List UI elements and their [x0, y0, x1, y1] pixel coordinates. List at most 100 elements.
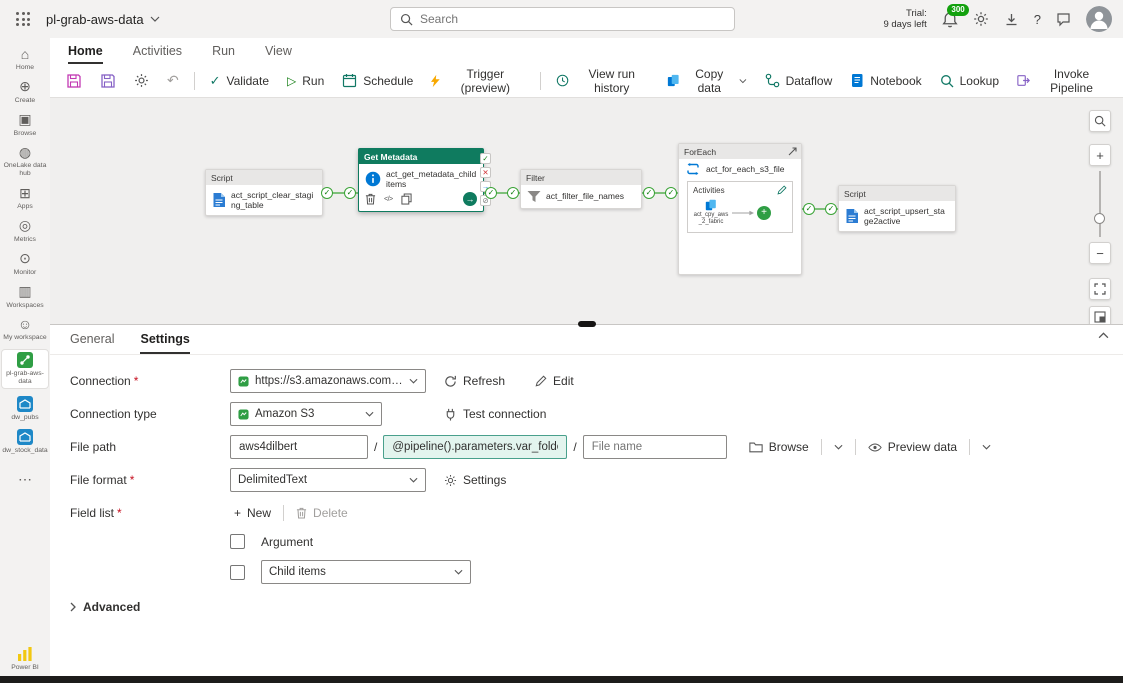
help-button[interactable]: ?: [1034, 12, 1041, 27]
format-settings-button[interactable]: Settings: [440, 468, 510, 492]
copy-data-button[interactable]: Copy data: [659, 67, 755, 95]
pipeline-title-menu[interactable]: pl-grab-aws-data: [46, 12, 160, 27]
lookup-button[interactable]: Lookup: [932, 68, 1007, 94]
more-icon: ⋯: [18, 470, 32, 487]
edit-connection-button[interactable]: Edit: [531, 369, 578, 393]
collapse-panel-button[interactable]: [1098, 332, 1109, 339]
code-icon[interactable]: </>: [384, 196, 393, 203]
feedback-icon: [1056, 12, 1071, 27]
test-connection-button[interactable]: Test connection: [440, 402, 550, 426]
tab-general[interactable]: General: [70, 332, 114, 354]
sidebar-item-my-workspace[interactable]: ☺ My workspace: [1, 316, 49, 342]
sidebar-item-more[interactable]: ⋯: [1, 471, 49, 487]
download-icon: [1004, 12, 1019, 27]
child-items-dropdown[interactable]: Child items: [261, 560, 471, 584]
advanced-section-toggle[interactable]: Advanced: [70, 600, 1123, 614]
browse-button[interactable]: Browse: [745, 435, 813, 459]
zoom-slider-knob[interactable]: [1094, 213, 1105, 224]
pipeline-settings-button[interactable]: [126, 68, 157, 94]
preview-data-button[interactable]: Preview data: [864, 435, 961, 459]
activity-node-filter[interactable]: Filter act_filter_file_names: [520, 169, 642, 209]
save-as-button[interactable]: [92, 68, 124, 94]
sidebar-item-pl-grab-aws-data[interactable]: pl-grab-aws-data: [1, 349, 49, 389]
pipeline-canvas[interactable]: ✓ ✓ ✓ ✓ ✓ ✓ ✓ ✓ Script act_script_clear_…: [50, 98, 1123, 324]
sidebar-item-onelake[interactable]: ◍ OneLake data hub: [1, 144, 49, 178]
zoom-out-button[interactable]: −: [1089, 242, 1111, 264]
validate-button[interactable]: ✓ Validate: [202, 68, 277, 94]
sidebar-item-metrics[interactable]: ◎ Metrics: [1, 218, 49, 244]
file-format-dropdown[interactable]: DelimitedText: [230, 468, 426, 492]
trigger-button[interactable]: Trigger (preview): [423, 67, 532, 95]
notebook-button[interactable]: Notebook: [842, 68, 929, 94]
view-run-history-button[interactable]: View run history: [548, 67, 657, 95]
activity-name: act_for_each_s3_file: [706, 163, 785, 174]
tab-settings[interactable]: Settings: [140, 332, 190, 354]
canvas-search-button[interactable]: [1089, 110, 1111, 132]
account-avatar[interactable]: [1086, 6, 1113, 33]
tab-activities[interactable]: Activities: [133, 44, 182, 64]
success-check-icon: ✓: [485, 187, 497, 199]
plus-icon: +: [234, 506, 242, 520]
browse-options-button[interactable]: [830, 435, 847, 459]
tab-view[interactable]: View: [265, 44, 292, 64]
undo-button[interactable]: ↶: [159, 68, 187, 94]
sidebar-item-apps[interactable]: ⊞ Apps: [1, 185, 49, 211]
zoom-in-button[interactable]: +: [1089, 144, 1111, 166]
refresh-button[interactable]: Refresh: [440, 369, 509, 393]
save-button[interactable]: [58, 68, 90, 94]
sidebar-item-browse[interactable]: ▣ Browse: [1, 112, 49, 138]
argument-column-label: Argument: [261, 534, 314, 549]
tab-run[interactable]: Run: [212, 44, 235, 64]
tab-home[interactable]: Home: [68, 44, 103, 64]
notifications-button[interactable]: 300: [942, 3, 969, 28]
bucket-input[interactable]: [230, 435, 368, 459]
delete-field-button[interactable]: Delete: [292, 501, 352, 525]
connection-dropdown[interactable]: https://s3.amazonaws.com john: [230, 369, 426, 393]
fit-to-screen-button[interactable]: [1089, 278, 1111, 300]
zoom-slider[interactable]: [1089, 171, 1111, 237]
schedule-button[interactable]: Schedule: [334, 68, 421, 94]
select-all-checkbox[interactable]: [230, 534, 245, 549]
activity-node-script-upsert[interactable]: Script act_script_upsert_stage2active: [838, 185, 956, 233]
node-type-label: Get Metadata: [359, 149, 483, 164]
connection-type-dropdown[interactable]: Amazon S3: [230, 402, 382, 426]
expand-icon[interactable]: [788, 147, 797, 156]
sidebar-item-dw-stock-data[interactable]: dw_stock_data: [1, 429, 49, 455]
settings-button[interactable]: [973, 11, 989, 27]
add-next-activity-button[interactable]: →: [463, 192, 477, 207]
inner-copy-activity[interactable]: act_cpy_aws_2_fabric: [693, 199, 729, 226]
on-failure-port[interactable]: ✕: [480, 167, 491, 178]
metrics-icon: ◎: [18, 217, 32, 234]
activity-node-get-metadata[interactable]: Get Metadata act_get_metadata_childitems…: [358, 148, 491, 213]
sidebar-item-monitor[interactable]: ⊙ Monitor: [1, 251, 49, 277]
edit-activities-icon[interactable]: [777, 185, 787, 195]
search-input[interactable]: [420, 12, 725, 26]
clone-activity-icon[interactable]: [401, 193, 412, 205]
sidebar-item-create[interactable]: ⊕ Create: [1, 79, 49, 105]
activity-node-foreach[interactable]: ForEach act_for_each_s3_file Activities …: [678, 143, 802, 275]
new-field-button[interactable]: + New: [230, 501, 275, 525]
activity-node-script-clear-staging[interactable]: Script act_script_clear_staging_table: [205, 169, 323, 217]
file-name-input[interactable]: [582, 435, 727, 459]
sidebar-item-workspaces[interactable]: ▥ Workspaces: [1, 284, 49, 310]
search-bar[interactable]: [390, 7, 735, 31]
sidebar-item-dw-pubs[interactable]: dw_pubs: [1, 396, 49, 422]
delete-activity-icon[interactable]: [365, 193, 376, 205]
downloads-button[interactable]: [1004, 12, 1019, 27]
node-type-label: Filter: [521, 170, 641, 185]
panel-resize-handle[interactable]: [577, 321, 596, 327]
field-row-checkbox[interactable]: [230, 564, 245, 580]
dataflow-button[interactable]: Dataflow: [757, 68, 841, 94]
minimap-button[interactable]: [1089, 306, 1111, 324]
preview-options-button[interactable]: [978, 435, 995, 459]
sidebar-item-home[interactable]: ⌂ Home: [1, 46, 49, 72]
run-button[interactable]: ▷ Run: [279, 68, 332, 94]
foreach-activities-container[interactable]: Activities act_cpy_aws_2_fabric +: [687, 181, 793, 234]
folder-parameter-input[interactable]: [383, 435, 568, 459]
sidebar-item-power-bi[interactable]: Power BI: [1, 646, 49, 672]
app-launcher-button[interactable]: [0, 0, 46, 38]
on-success-port[interactable]: ✓: [480, 153, 491, 164]
feedback-button[interactable]: [1056, 12, 1071, 27]
invoke-pipeline-button[interactable]: Invoke Pipeline: [1009, 67, 1115, 95]
add-activity-button[interactable]: +: [757, 205, 771, 220]
